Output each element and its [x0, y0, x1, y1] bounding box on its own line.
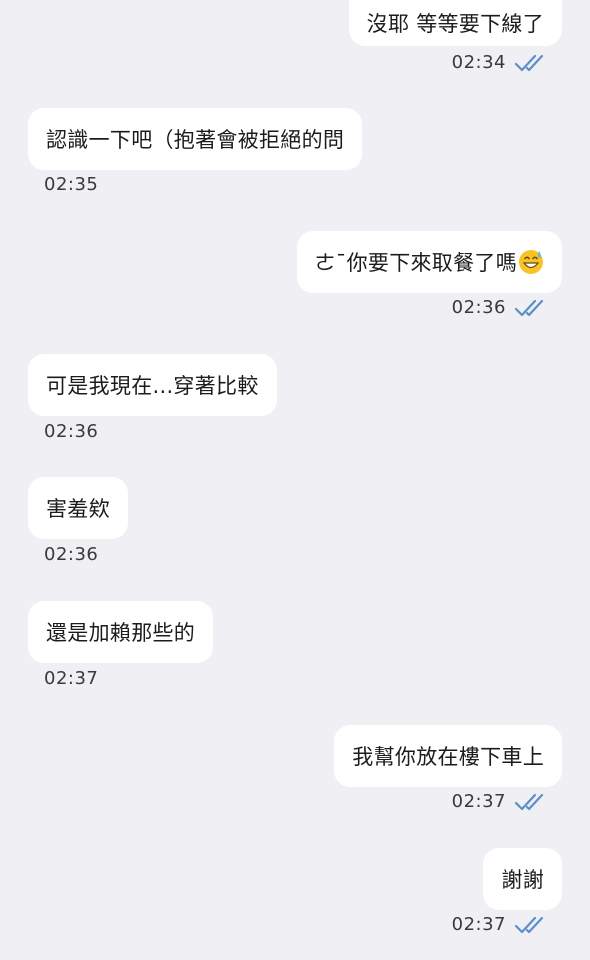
message-meta: 02:36 [44, 421, 98, 442]
message-bubble-incoming[interactable]: 可是我現在...穿著比較 [28, 354, 277, 416]
message-meta: 02:37 [452, 914, 548, 935]
message-meta: 02:37 [44, 668, 98, 689]
message-text: 還是加賴那些的 [46, 621, 196, 645]
chat-thread: 沒耶 等等要下線了 02:34 認識一下吧（抱著會被拒絕的問 02:35 ㄜˉ你… [0, 0, 590, 960]
message-text: 謝謝 [501, 868, 544, 892]
message-bubble-incoming[interactable]: 還是加賴那些的 [28, 601, 214, 663]
message-time: 02:36 [44, 421, 99, 442]
message-bubble-outgoing[interactable]: 謝謝 [483, 848, 562, 910]
message-meta: 02:34 [452, 52, 548, 73]
message-text: 我幫你放在樓下車上 [352, 745, 544, 769]
message-time: 02:37 [451, 791, 506, 812]
message-meta: 02:35 [44, 174, 98, 195]
message-bubble-outgoing[interactable]: 沒耶 等等要下線了 [348, 0, 562, 46]
message-time: 02:36 [451, 297, 506, 318]
message-time: 02:36 [44, 544, 99, 565]
message-bubble-outgoing[interactable]: ㄜˉ你要下來取餐了嗎 [296, 231, 562, 293]
message-meta: 02:36 [44, 544, 98, 565]
grinning-sweat-emoji [519, 250, 543, 274]
double-check-icon [514, 299, 544, 316]
message-bubble-incoming[interactable]: 害羞欸 [28, 477, 128, 539]
message-text: ㄜˉ你要下來取餐了嗎 [314, 251, 517, 275]
message-time: 02:34 [451, 52, 506, 73]
message-text: 沒耶 等等要下線了 [366, 12, 544, 36]
double-check-icon [514, 916, 544, 933]
message-meta: 02:37 [452, 791, 548, 812]
message-time: 02:35 [44, 174, 99, 195]
message-text: 可是我現在...穿著比較 [46, 374, 259, 398]
message-text: 認識一下吧（抱著會被拒絕的問 [46, 128, 345, 152]
message-time: 02:37 [44, 668, 99, 689]
message-text: 害羞欸 [46, 497, 110, 521]
message-bubble-outgoing[interactable]: 我幫你放在樓下車上 [334, 725, 562, 787]
double-check-icon [514, 54, 544, 71]
message-meta: 02:36 [452, 297, 548, 318]
message-time: 02:37 [451, 914, 506, 935]
double-check-icon [514, 793, 544, 810]
message-bubble-incoming[interactable]: 認識一下吧（抱著會被拒絕的問 [28, 108, 363, 170]
